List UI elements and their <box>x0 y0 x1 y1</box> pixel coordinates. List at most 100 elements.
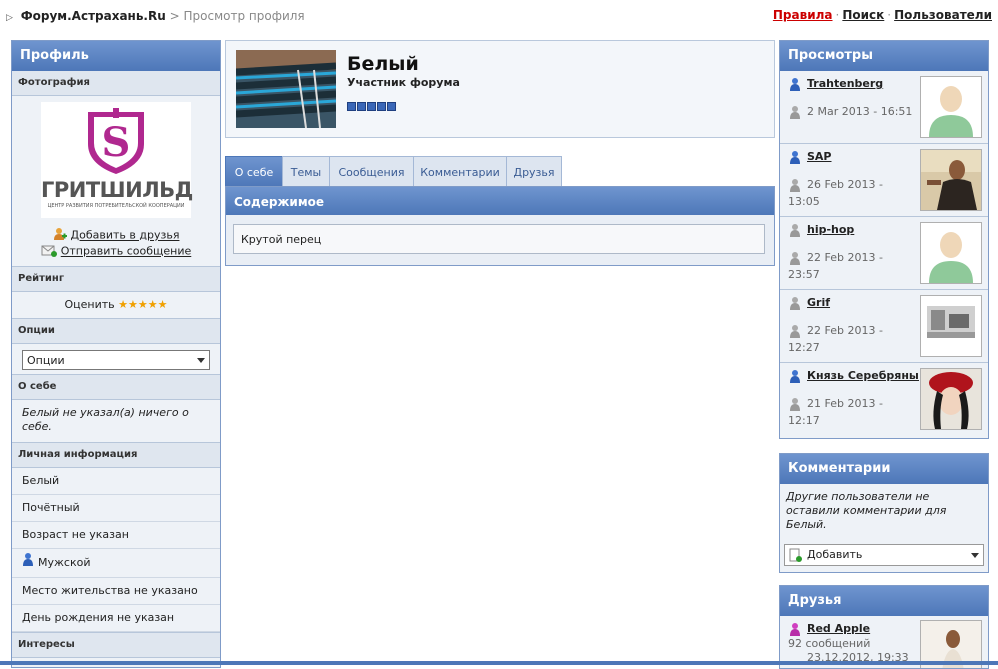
tab-topics[interactable]: Темы <box>282 156 330 187</box>
rating-row: Оценить ★★★★★ <box>12 292 220 318</box>
info-gender: Мужской <box>12 549 220 578</box>
time-user-icon <box>789 105 801 122</box>
search-link[interactable]: Поиск <box>842 8 884 22</box>
male-user-icon <box>789 223 801 240</box>
list-item: hip-hop 22 Feb 2013 - 23:57 <box>780 217 988 290</box>
content-title: Содержимое <box>226 187 774 215</box>
photo-avatar-icon <box>921 296 981 356</box>
tab-friends[interactable]: Друзья <box>506 156 562 187</box>
chevron-down-icon <box>197 358 205 363</box>
viewer-avatar[interactable] <box>920 222 982 284</box>
link-separator: · <box>887 8 892 22</box>
list-item: Князь Серебряный 21 Feb 2013 - 12:17 <box>780 363 988 435</box>
male-user-icon <box>789 150 801 167</box>
interests-section-header: Интересы <box>12 632 220 658</box>
profile-sidebar: Профиль Фотография S ГРИТШИЛЬД ЦЕНТР РАЗ… <box>11 40 221 668</box>
viewer-name-link[interactable]: Князь Серебряный <box>807 369 919 382</box>
personal-section-header: Личная информация <box>12 442 220 468</box>
viewer-avatar[interactable] <box>920 368 982 430</box>
options-dropdown[interactable]: Опции <box>22 350 210 370</box>
views-title: Просмотры <box>780 41 988 71</box>
viewer-date: 21 Feb 2013 - 12:17 <box>788 397 883 427</box>
send-message-link[interactable]: Отправить сообщение <box>61 245 192 258</box>
views-panel: Просмотры Trahtenberg 2 Mar 2013 - 16:51… <box>779 40 989 439</box>
default-avatar-icon <box>921 77 981 137</box>
bottom-border <box>0 661 998 665</box>
photo-section: S ГРИТШИЛЬД ЦЕНТР РАЗВИТИЯ ПОТРЕБИТЕЛЬСК… <box>12 96 220 266</box>
chevron-down-icon <box>971 553 979 558</box>
breadcrumb-separator: > <box>169 9 180 23</box>
rating-section-header: Рейтинг <box>12 266 220 292</box>
user-photo[interactable]: S ГРИТШИЛЬД ЦЕНТР РАЗВИТИЯ ПОТРЕБИТЕЛЬСК… <box>41 102 193 218</box>
top-bar: ▷ Форум.Астрахань.Ru > Просмотр профиля … <box>0 0 998 32</box>
comments-empty-text: Другие пользователи не оставили коммента… <box>786 490 947 531</box>
link-separator: · <box>835 8 840 22</box>
info-gender-text: Мужской <box>38 556 91 569</box>
friends-panel: Друзья Red Apple 92 сообщений 23.12.2012… <box>779 585 989 669</box>
default-avatar-icon <box>921 223 981 283</box>
friend-post-count: 92 сообщений <box>788 637 871 650</box>
male-user-icon <box>789 296 801 313</box>
options-section-header: Опции <box>12 318 220 344</box>
viewer-avatar[interactable] <box>920 295 982 357</box>
viewer-date: 22 Feb 2013 - 12:27 <box>788 324 883 354</box>
tab-about[interactable]: О себе <box>225 156 283 187</box>
tab-messages[interactable]: Сообщения <box>329 156 414 187</box>
add-document-icon <box>789 548 802 569</box>
add-friend-icon <box>53 227 67 244</box>
viewer-name-link[interactable]: hip-hop <box>807 223 919 236</box>
add-friend-link[interactable]: Добавить в друзья <box>71 229 180 242</box>
photo-avatar-icon <box>921 150 981 210</box>
about-section-header: О себе <box>12 374 220 400</box>
add-friend-row: Добавить в друзья <box>12 227 220 244</box>
info-birthday: День рождения не указан <box>12 605 220 632</box>
profile-name: Белый <box>347 53 419 75</box>
viewer-date: 22 Feb 2013 - 23:57 <box>788 251 883 281</box>
male-user-icon <box>789 369 801 386</box>
viewer-date: 26 Feb 2013 - 13:05 <box>788 178 883 208</box>
photo-section-header: Фотография <box>12 71 220 96</box>
list-item: Trahtenberg 2 Mar 2013 - 16:51 <box>780 71 988 144</box>
info-location: Место жительства не указано <box>12 578 220 605</box>
options-row: Опции <box>12 344 220 374</box>
list-item: Grif 22 Feb 2013 - 12:27 <box>780 290 988 363</box>
profile-avatar[interactable] <box>236 50 336 128</box>
viewer-name-link[interactable]: Grif <box>807 296 919 309</box>
viewer-avatar[interactable] <box>920 149 982 211</box>
avatar-image <box>236 50 336 128</box>
send-message-icon <box>41 243 57 260</box>
breadcrumb-home-link[interactable]: Форум.Астрахань.Ru <box>21 9 166 23</box>
svg-text:S: S <box>102 119 131 166</box>
viewer-name-link[interactable]: SAP <box>807 150 919 163</box>
viewer-avatar[interactable] <box>920 76 982 138</box>
add-comment-label: Добавить <box>807 548 863 561</box>
info-name: Белый <box>12 468 220 495</box>
profile-status: Участник форума <box>347 76 460 89</box>
info-age: Возраст не указан <box>12 522 220 549</box>
rules-link[interactable]: Правила <box>773 8 833 22</box>
rank-pips <box>347 101 397 114</box>
logo-brand-text: ГРИТШИЛЬД <box>41 178 193 202</box>
viewer-name-link[interactable]: Trahtenberg <box>807 77 919 90</box>
add-comment-dropdown[interactable]: Добавить <box>784 544 984 566</box>
profile-header: Белый Участник форума <box>225 40 775 138</box>
breadcrumb: ▷ Форум.Астрахань.Ru > Просмотр профиля <box>6 9 305 23</box>
breadcrumb-current: Просмотр профиля <box>183 9 305 23</box>
about-text: Белый не указал(а) ничего о себе. <box>22 406 189 433</box>
sidebar-title: Профиль <box>12 41 220 71</box>
info-title: Почётный <box>12 495 220 522</box>
rate-label: Оценить <box>64 298 115 311</box>
photo-avatar-icon <box>921 369 981 429</box>
male-user-icon <box>789 77 801 94</box>
viewer-date: 2 Mar 2013 - 16:51 <box>807 105 913 118</box>
shield-logo-icon: S <box>88 108 144 174</box>
logo-tagline-text: ЦЕНТР РАЗВИТИЯ ПОТРЕБИТЕЛЬСКОЙ КООПЕРАЦИ… <box>47 203 185 209</box>
options-dropdown-value: Опции <box>27 354 65 367</box>
rating-stars[interactable]: ★★★★★ <box>118 298 167 311</box>
comments-panel: Комментарии Другие пользователи не остав… <box>779 453 989 573</box>
tab-comments[interactable]: Комментарии <box>413 156 507 187</box>
friend-name-link[interactable]: Red Apple <box>807 622 870 635</box>
send-message-row: Отправить сообщение <box>12 243 220 260</box>
friends-title: Друзья <box>780 586 988 616</box>
users-link[interactable]: Пользователи <box>894 8 992 22</box>
